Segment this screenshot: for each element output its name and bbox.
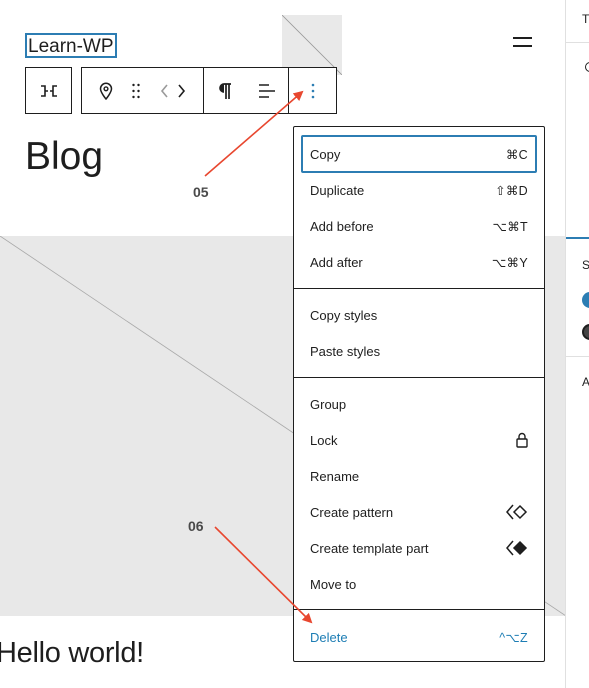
menu-item-label: Move to (310, 576, 357, 592)
style-radio-selected[interactable] (582, 292, 589, 308)
menu-item-duplicate[interactable]: Duplicate ⇧⌘D (301, 172, 537, 208)
menu-item-label: Copy (310, 146, 341, 162)
toolbar-parent-group (25, 67, 72, 114)
shortcut-label: ^⌥Z (499, 630, 528, 645)
block-toolbar (81, 67, 337, 114)
paragraph-button[interactable] (204, 68, 246, 113)
drag-handle[interactable] (129, 68, 143, 113)
align-button[interactable] (246, 68, 288, 113)
sidebar-option-icon (585, 62, 589, 72)
parent-block-icon (40, 84, 57, 97)
menu-item-label: Create pattern (310, 504, 394, 520)
menu-hamburger-icon[interactable] (513, 37, 532, 53)
lock-icon (516, 432, 528, 448)
menu-item-label: Group (310, 396, 347, 412)
sidebar-advanced-label[interactable]: A (582, 375, 589, 389)
pattern-icon (506, 504, 528, 520)
move-buttons[interactable] (143, 68, 203, 113)
menu-item-label: Create template part (310, 540, 429, 556)
sidebar-section-label: S (582, 258, 589, 272)
menu-item-copy[interactable]: Copy ⌘C (301, 135, 537, 173)
shortcut-label: ⇧⌘D (495, 183, 528, 198)
menu-item-label: Duplicate (310, 182, 365, 198)
post-title[interactable]: Hello world! (0, 635, 144, 671)
shortcut-label: ⌘C (505, 147, 528, 162)
menu-item-add-after[interactable]: Add after ⌥⌘Y (301, 244, 537, 280)
menu-item-label: Add after (310, 254, 363, 270)
select-parent-button[interactable] (26, 68, 71, 113)
drag-handle-icon (132, 83, 140, 98)
menu-item-move-to[interactable]: Move to (301, 566, 537, 602)
menu-item-delete[interactable]: Delete ^⌥Z (301, 619, 537, 655)
menu-item-rename[interactable]: Rename (301, 458, 537, 494)
annotation-step-05: 05 (193, 184, 209, 200)
sidebar-divider (566, 356, 589, 357)
chevron-left-right-icon (160, 83, 186, 98)
style-radio[interactable] (582, 324, 589, 340)
more-vertical-icon (311, 83, 314, 98)
menu-divider (294, 609, 544, 610)
annotation-step-06: 06 (188, 518, 204, 534)
sidebar-tab-label[interactable]: T (582, 12, 589, 26)
menu-item-label: Rename (310, 468, 360, 484)
template-part-icon (506, 540, 528, 556)
menu-item-label: Paste styles (310, 343, 381, 359)
menu-item-add-before[interactable]: Add before ⌥⌘T (301, 208, 537, 244)
settings-sidebar: T S A (565, 0, 589, 688)
menu-item-label: Copy styles (310, 307, 378, 323)
menu-item-label: Add before (310, 218, 374, 234)
menu-item-label: Lock (310, 432, 338, 448)
site-logo-placeholder (282, 15, 342, 75)
menu-item-lock[interactable]: Lock (301, 422, 537, 458)
sidebar-active-tab-indicator (566, 237, 589, 239)
menu-item-create-pattern[interactable]: Create pattern (301, 494, 537, 530)
menu-divider (294, 288, 544, 289)
block-type-button[interactable] (82, 68, 129, 113)
menu-item-create-template-part[interactable]: Create template part (301, 530, 537, 566)
menu-divider (294, 377, 544, 378)
menu-item-paste-styles[interactable]: Paste styles (301, 333, 537, 369)
location-pin-icon (99, 82, 112, 100)
shortcut-label: ⌥⌘T (492, 219, 528, 234)
align-left-icon (259, 83, 275, 98)
sidebar-divider (566, 42, 589, 43)
menu-item-label: Delete (310, 629, 348, 645)
shortcut-label: ⌥⌘Y (491, 255, 528, 270)
site-title[interactable]: Learn-WP (25, 33, 117, 58)
menu-item-copy-styles[interactable]: Copy styles (301, 297, 537, 333)
paragraph-icon (219, 82, 231, 99)
menu-item-group[interactable]: Group (301, 386, 537, 422)
options-button[interactable] (289, 68, 336, 113)
page-heading: Blog (25, 135, 104, 178)
block-options-menu: Copy ⌘C Duplicate ⇧⌘D Add before ⌥⌘T Add… (293, 126, 545, 662)
